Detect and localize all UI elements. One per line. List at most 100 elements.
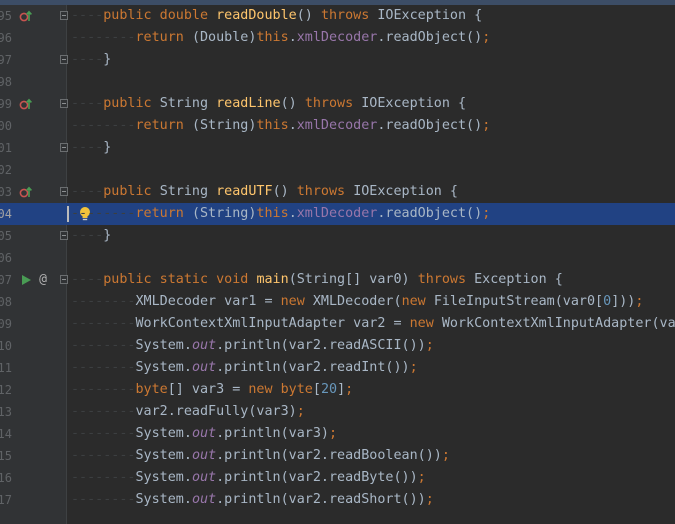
override-method-icon[interactable]: [19, 5, 33, 27]
indent-guide: --------: [71, 360, 136, 375]
override-method-icon[interactable]: [19, 181, 33, 203]
code-line[interactable]: 99 ----public String readLine() throws IO…: [0, 93, 675, 115]
code-token: out: [191, 470, 217, 485]
code-token: WorkContextXmlInputAdapter(var1): [441, 316, 675, 331]
code-line[interactable]: 07 @ ----public static void main(String[] …: [0, 269, 675, 291]
fold-toggle-icon[interactable]: [60, 187, 68, 196]
code-text[interactable]: --------System.out.println(var3);: [71, 423, 337, 445]
code-token: }: [103, 52, 112, 67]
code-text[interactable]: ----}: [71, 137, 111, 159]
code-text[interactable]: --------return (String)this.xmlDecoder.r…: [71, 115, 490, 137]
code-token: readLine: [216, 96, 281, 111]
fold-toggle-icon[interactable]: [60, 231, 68, 240]
code-token: throws: [304, 96, 362, 111]
code-line[interactable]: 06: [0, 247, 675, 269]
code-token: ]: [337, 382, 346, 397]
code-line[interactable]: 12 --------byte[] var3 = new byte[20];: [0, 379, 675, 401]
code-line[interactable]: 16 --------System.out.println(var2.readBy…: [0, 467, 675, 489]
indent-guide: --------: [71, 492, 136, 507]
code-text[interactable]: --------System.out.println(var2.readASCI…: [71, 335, 434, 357]
indent-guide: ----: [71, 8, 104, 23]
code-line[interactable]: 13 --------var2.readFully(var3);: [0, 401, 675, 423]
indent-guide: --------: [71, 426, 136, 441]
indent-guide: --------: [71, 118, 136, 133]
code-token: new byte: [248, 382, 313, 397]
code-line[interactable]: 95 ----public double readDouble() throws …: [0, 5, 675, 27]
fold-toggle-icon[interactable]: [60, 55, 68, 64]
line-number: 01: [0, 141, 12, 155]
indent-guide: ----: [71, 96, 104, 111]
code-line[interactable]: 09 --------WorkContextXmlInputAdapter var…: [0, 313, 675, 335]
code-line[interactable]: 08 --------XMLDecoder var1 = new XMLDecod…: [0, 291, 675, 313]
code-line[interactable]: 05 ----}: [0, 225, 675, 247]
line-number: 15: [0, 449, 12, 463]
code-token: out: [191, 360, 217, 375]
code-line[interactable]: 15 --------System.out.println(var2.readBo…: [0, 445, 675, 467]
code-token: xmlDecoder: [296, 118, 378, 133]
code-text[interactable]: ----public String readUTF() throws IOExc…: [71, 181, 458, 203]
code-text[interactable]: --------var2.readFully(var3);: [71, 401, 305, 423]
line-number: 08: [0, 295, 12, 309]
code-token: (): [280, 96, 305, 111]
code-text[interactable]: --------WorkContextXmlInputAdapter var2 …: [71, 313, 675, 335]
line-number: 98: [0, 75, 12, 89]
code-text[interactable]: ----public static void main(String[] var…: [71, 269, 563, 291]
code-text[interactable]: ----public String readLine() throws IOEx…: [71, 93, 466, 115]
override-method-icon[interactable]: [19, 93, 33, 115]
indent-guide: ----: [71, 140, 104, 155]
code-text[interactable]: ----}: [71, 49, 111, 71]
code-token: ])): [611, 294, 636, 309]
code-token: System.: [135, 448, 192, 463]
code-text[interactable]: --------System.out.println(var2.readInt(…: [71, 357, 418, 379]
code-text[interactable]: --------System.out.println(var2.readBool…: [71, 445, 450, 467]
line-number: 05: [0, 229, 12, 243]
code-line[interactable]: 02: [0, 159, 675, 181]
line-number: 14: [0, 427, 12, 441]
code-line[interactable]: 04 --------return (String)this.xmlDecoder…: [0, 203, 675, 225]
code-text[interactable]: --------byte[] var3 = new byte[20];: [71, 379, 353, 401]
code-token: ;: [482, 30, 491, 45]
code-line[interactable]: 98: [0, 71, 675, 93]
code-token: System.: [135, 360, 192, 375]
code-token: .: [288, 118, 297, 133]
annotation-icon[interactable]: @: [36, 269, 50, 291]
code-line[interactable]: 11 --------System.out.println(var2.readIn…: [0, 357, 675, 379]
code-text[interactable]: ----public double readDouble() throws IO…: [71, 5, 482, 27]
code-line[interactable]: 97 ----}: [0, 49, 675, 71]
fold-toggle-icon[interactable]: [60, 143, 68, 152]
indent-guide: --------: [71, 404, 136, 419]
code-text[interactable]: --------System.out.println(var2.readByte…: [71, 467, 426, 489]
code-token: .println(var2.readByte()): [216, 470, 418, 485]
code-token: ;: [425, 338, 434, 353]
indent-guide: --------: [71, 294, 136, 309]
code-token: main: [256, 272, 289, 287]
code-line[interactable]: 17 --------System.out.println(var2.readSh…: [0, 489, 675, 511]
code-text[interactable]: --------System.out.println(var2.readShor…: [71, 489, 434, 511]
code-text[interactable]: --------return (String)this.xmlDecoder.r…: [71, 203, 490, 225]
code-token: readUTF: [216, 184, 273, 199]
code-text[interactable]: ----}: [71, 225, 111, 247]
code-token: public: [103, 96, 160, 111]
fold-toggle-icon[interactable]: [60, 11, 68, 20]
code-line[interactable]: 00 --------return (String)this.xmlDecoder…: [0, 115, 675, 137]
code-line[interactable]: 01 ----}: [0, 137, 675, 159]
code-text[interactable]: --------XMLDecoder var1 = new XMLDecoder…: [71, 291, 643, 313]
code-line[interactable]: 10 --------System.out.println(var2.readAS…: [0, 335, 675, 357]
code-line[interactable]: 03 ----public String readUTF() throws IOE…: [0, 181, 675, 203]
code-line[interactable]: 96 --------return (Double)this.xmlDecoder…: [0, 27, 675, 49]
code-token: System.: [135, 492, 192, 507]
code-line[interactable]: 14 --------System.out.println(var3);: [0, 423, 675, 445]
code-token: throws: [417, 272, 475, 287]
line-number: 02: [0, 163, 12, 177]
fold-toggle-icon[interactable]: [60, 99, 68, 108]
code-token: .println(var2.readBoolean()): [216, 448, 442, 463]
line-number: 13: [0, 405, 12, 419]
code-text[interactable]: --------return (Double)this.xmlDecoder.r…: [71, 27, 490, 49]
code-token: System.: [135, 426, 192, 441]
run-main-icon[interactable]: [20, 269, 32, 291]
fold-toggle-icon[interactable]: [60, 275, 68, 284]
code-token: .println(var2.readASCII()): [216, 338, 426, 353]
code-token: public double: [103, 8, 217, 23]
code-token: public: [103, 184, 160, 199]
line-number: 95: [0, 9, 12, 23]
